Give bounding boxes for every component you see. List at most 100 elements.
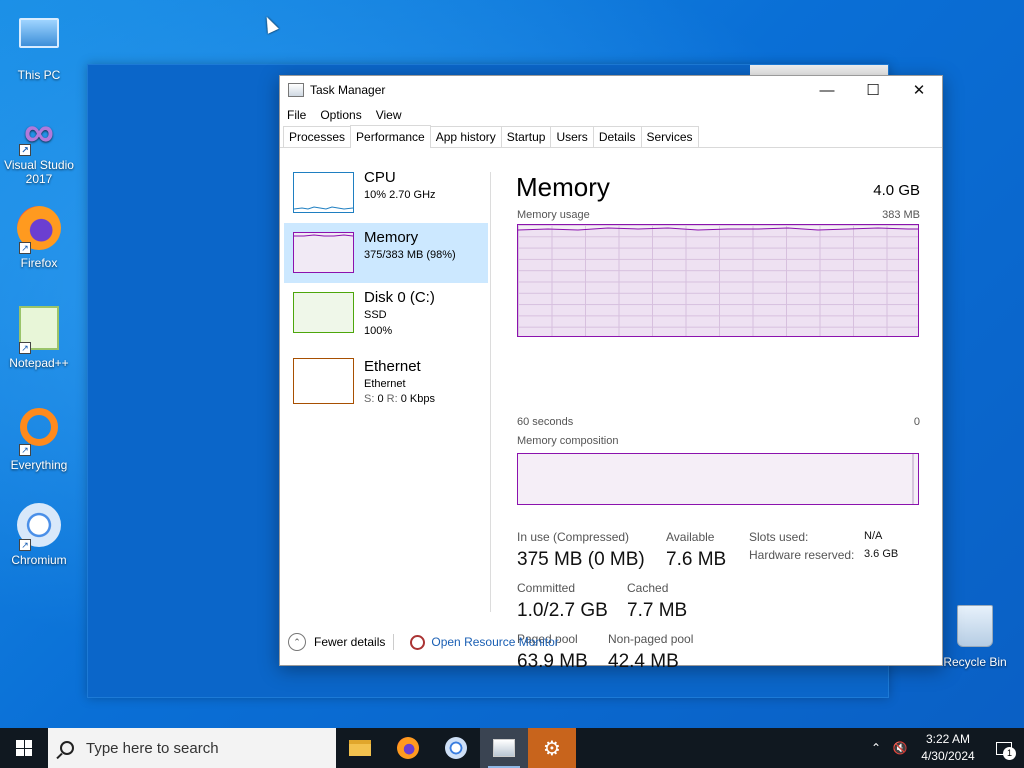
action-center-button[interactable]: 1 <box>984 728 1024 768</box>
clock-date: 4/30/2024 <box>921 749 975 763</box>
cpu-thumbnail-graph <box>293 172 354 213</box>
in-use-value: 375 MB (0 MB) <box>517 549 645 570</box>
usage-label: Memory usage <box>517 209 590 221</box>
resource-name: Memory <box>364 229 419 246</box>
taskbar-chromium[interactable] <box>432 728 480 768</box>
disk-thumbnail-graph <box>293 292 354 333</box>
desktop-icon-everything[interactable]: ↗ Everything <box>1 404 77 472</box>
taskbar-file-explorer[interactable] <box>336 728 384 768</box>
notification-count: 1 <box>1003 747 1016 760</box>
system-tray: ⌃ 🔇 3:22 AM 4/30/2024 1 <box>864 728 1024 768</box>
available-label: Available <box>666 530 715 544</box>
tab-startup[interactable]: Startup <box>500 126 552 147</box>
composition-label: Memory composition <box>517 435 619 447</box>
close-button[interactable]: ✕ <box>896 76 942 104</box>
computer-icon <box>15 18 63 66</box>
footer-separator <box>393 634 395 650</box>
open-resource-monitor-link[interactable]: Open Resource Monitor <box>431 635 558 649</box>
tab-app-history[interactable]: App history <box>429 126 502 147</box>
chromium-icon <box>445 737 467 759</box>
chevron-up-icon[interactable]: ⌃ <box>288 633 306 651</box>
slots-value: N/A <box>864 530 883 542</box>
desktop-icon-label: Notepad++ <box>9 356 69 370</box>
tab-services[interactable]: Services <box>640 126 699 147</box>
tab-strip: Processes Performance App history Startu… <box>280 125 942 148</box>
search-placeholder: Type here to search <box>86 739 219 757</box>
resource-monitor-icon <box>410 634 426 650</box>
desktop-icon-visual-studio[interactable]: ∞ ↗ Visual Studio 2017 <box>1 108 77 186</box>
memory-thumbnail-graph <box>293 232 354 273</box>
resource-name: Disk 0 (C:) <box>364 289 435 306</box>
window-title: Task Manager <box>310 83 386 97</box>
hardware-reserved-label: Hardware reserved: <box>749 548 855 562</box>
menu-options[interactable]: Options <box>320 108 361 122</box>
clock[interactable]: 3:22 AM 4/30/2024 <box>912 731 984 765</box>
tab-processes[interactable]: Processes <box>283 126 352 147</box>
in-use-label: In use (Compressed) <box>517 530 630 544</box>
chevron-up-icon[interactable]: ⌃ <box>864 741 888 755</box>
minimize-button[interactable]: — <box>804 76 850 104</box>
taskbar-firefox[interactable] <box>384 728 432 768</box>
menu-file[interactable]: File <box>287 108 306 122</box>
windows-logo-icon <box>16 740 32 756</box>
speaker-muted-icon[interactable]: 🔇 <box>888 741 912 755</box>
desktop-icon-label: Firefox <box>20 256 58 270</box>
slots-label: Slots used: <box>749 530 809 544</box>
search-icon <box>60 741 74 755</box>
tab-users[interactable]: Users <box>550 126 594 147</box>
desktop-icon-label: Recycle Bin <box>943 655 1007 669</box>
time-axis-right: 0 <box>913 416 920 428</box>
folder-icon <box>349 740 371 756</box>
resource-item-cpu[interactable]: CPU 10% 2.70 GHz <box>284 163 488 223</box>
resource-item-memory[interactable]: Memory 375/383 MB (98%) <box>284 223 488 283</box>
memory-composition-bar <box>517 453 919 505</box>
resource-item-disk[interactable]: Disk 0 (C:) SSD 100% <box>284 283 488 343</box>
resource-detail: 375/383 MB (98%) <box>364 249 456 261</box>
resource-detail: 10% 2.70 GHz <box>364 189 436 201</box>
clock-time: 3:22 AM <box>925 732 971 746</box>
resource-name: Ethernet <box>364 358 421 375</box>
firefox-icon <box>397 737 419 759</box>
menu-bar: File Options View <box>280 104 942 126</box>
taskbar-task-manager[interactable] <box>480 728 528 768</box>
resource-list: CPU 10% 2.70 GHz Memory 375/383 MB (98%)… <box>284 169 489 617</box>
desktop-icon-firefox[interactable]: ↗ Firefox <box>1 206 77 270</box>
taskbar-search-box[interactable]: Type here to search <box>48 728 336 768</box>
desktop-icon-notepad-plus-plus[interactable]: ↗ Notepad++ <box>1 306 77 370</box>
usage-max: 383 MB <box>882 209 920 221</box>
ethernet-thumbnail-graph <box>293 358 354 404</box>
desktop-icon-recycle-bin[interactable]: Recycle Bin <box>937 603 1013 669</box>
visual-studio-icon: ∞ ↗ <box>15 108 63 156</box>
hardware-reserved-value: 3.6 GB <box>864 548 899 560</box>
resource-detail: SSD <box>364 309 387 321</box>
resource-item-ethernet[interactable]: Ethernet Ethernet S: 0 R: 0 Kbps <box>284 343 488 413</box>
pane-divider <box>490 172 491 612</box>
resource-name: CPU <box>364 169 396 186</box>
desktop-icon-label: This PC <box>17 68 61 82</box>
desktop-icon-label: Chromium <box>11 553 67 567</box>
page-title: Memory <box>516 172 610 202</box>
tab-details[interactable]: Details <box>592 126 642 147</box>
fewer-details-button[interactable]: Fewer details <box>314 635 385 649</box>
time-axis-left: 60 seconds <box>517 416 574 428</box>
title-bar[interactable]: Task Manager — ☐ ✕ <box>280 76 942 104</box>
maximize-button[interactable]: ☐ <box>850 76 896 104</box>
committed-label: Committed <box>517 581 576 595</box>
desktop-icon-label: Visual Studio 2017 <box>4 158 74 186</box>
resource-detail-2: S: 0 R: 0 Kbps <box>364 393 435 405</box>
firefox-icon: ↗ <box>15 206 63 254</box>
task-manager-icon <box>288 83 304 97</box>
taskbar-settings[interactable]: ⚙ <box>528 728 576 768</box>
resource-detail-2: 100% <box>364 325 393 337</box>
everything-search-icon: ↗ <box>15 408 63 456</box>
chromium-icon: ↗ <box>15 503 63 551</box>
start-button[interactable] <box>0 728 48 768</box>
task-manager-icon <box>493 739 515 757</box>
menu-view[interactable]: View <box>376 108 402 122</box>
notepad-plus-plus-icon: ↗ <box>15 306 63 354</box>
desktop: This PC ∞ ↗ Visual Studio 2017 ↗ Firefox … <box>0 0 1024 728</box>
desktop-icon-chromium[interactable]: ↗ Chromium <box>1 503 77 567</box>
taskbar: Type here to search ⚙ ⌃ 🔇 3:22 AM 4/30/2… <box>0 728 1024 768</box>
tab-performance[interactable]: Performance <box>350 125 431 148</box>
desktop-icon-this-pc[interactable]: This PC <box>1 10 77 82</box>
